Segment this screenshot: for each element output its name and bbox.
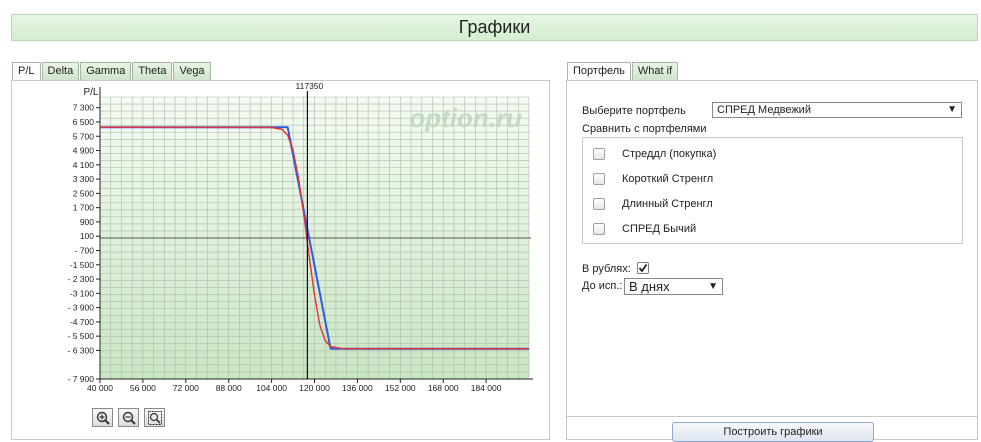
x-tick-label: 72 000 bbox=[173, 383, 199, 393]
zoom-in-icon bbox=[96, 411, 110, 425]
tab-gamma[interactable]: Gamma bbox=[80, 62, 132, 81]
expiry-select-value: В днях bbox=[629, 279, 670, 294]
compare-item-label: СПРЕД Бычий bbox=[622, 223, 697, 235]
expiry-label: До исп.: bbox=[582, 280, 623, 292]
y-tick-label: -3 100 bbox=[70, 288, 94, 298]
tab-delta[interactable]: Delta bbox=[41, 62, 80, 81]
y-tick-label: - 5 500 bbox=[68, 331, 95, 341]
compare-item[interactable]: СПРЕД Бычий bbox=[593, 222, 696, 236]
compare-list: Стреддл (покупка) Короткий Стренгл Длинн… bbox=[582, 137, 963, 244]
checkmark-icon bbox=[638, 263, 648, 273]
y-tick-label: - 2 300 bbox=[68, 274, 95, 284]
tab-theta[interactable]: Theta bbox=[132, 62, 173, 81]
zoom-controls bbox=[92, 408, 165, 427]
compare-item-label: Короткий Стренгл bbox=[622, 173, 714, 185]
y-tick-label: 7 300 bbox=[73, 103, 95, 113]
y-tick-label: 3 300 bbox=[73, 174, 95, 184]
y-tick-label: 6 500 bbox=[73, 117, 95, 127]
build-charts-button[interactable]: Построить графики bbox=[672, 422, 874, 442]
compare-checkbox[interactable] bbox=[593, 198, 605, 210]
dropdown-arrow-icon: ▼ bbox=[947, 104, 957, 115]
zoom-out-button[interactable] bbox=[118, 408, 139, 427]
y-tick-label: - 700 bbox=[75, 245, 95, 255]
zoom-out-icon bbox=[122, 411, 136, 425]
expiry-select[interactable]: В днях ▼ bbox=[624, 278, 723, 295]
select-portfolio-label: Выберите портфель bbox=[582, 105, 686, 117]
zoom-reset-icon bbox=[147, 410, 162, 425]
chart-panel: 7 300 6 500 5 700 4 900 4 100 3 300 2 500 1 700… bbox=[11, 80, 550, 440]
compare-label: Сравнить с портфелями bbox=[582, 123, 707, 135]
page-header: Графики bbox=[11, 14, 978, 41]
y-tick-label: 5 700 bbox=[73, 131, 95, 141]
y-axis-label: P/L bbox=[83, 87, 98, 98]
x-tick-label: 40 000 bbox=[87, 383, 113, 393]
price-marker-label: 117350 bbox=[296, 81, 324, 91]
rubles-checkbox[interactable] bbox=[637, 262, 649, 274]
y-tick-label: - 3 900 bbox=[68, 303, 95, 313]
x-tick-label: 88 000 bbox=[216, 383, 242, 393]
compare-checkbox[interactable] bbox=[593, 223, 605, 235]
compare-checkbox[interactable] bbox=[593, 148, 605, 160]
x-tick-label: 136 000 bbox=[342, 383, 373, 393]
zoom-in-button[interactable] bbox=[92, 408, 113, 427]
watermark: option.ru bbox=[409, 103, 522, 133]
tab-vega[interactable]: Vega bbox=[173, 62, 211, 81]
y-tick-label: 100 bbox=[80, 231, 94, 241]
compare-item-label: Стреддл (покупка) bbox=[622, 148, 717, 160]
compare-item[interactable]: Стреддл (покупка) bbox=[593, 147, 716, 161]
portfolio-panel: Выберите портфель СПРЕД Медвежий ▼ Сравн… bbox=[566, 80, 978, 442]
tab-what-if[interactable]: What if bbox=[631, 62, 679, 81]
x-tick-label: 104 000 bbox=[256, 383, 287, 393]
compare-item[interactable]: Короткий Стренгл bbox=[593, 172, 713, 186]
tab-pl[interactable]: P/L bbox=[12, 62, 41, 82]
page-title: Графики bbox=[458, 17, 531, 37]
y-tick-label: 900 bbox=[80, 217, 94, 227]
chart-tabs: P/L Delta Gamma Theta Vega bbox=[12, 62, 212, 82]
x-tick-label: 120 000 bbox=[299, 383, 330, 393]
zoom-reset-button[interactable] bbox=[144, 408, 165, 427]
compare-item-label: Длинный Стренгл bbox=[622, 198, 713, 210]
portfolio-select[interactable]: СПРЕД Медвежий ▼ bbox=[712, 102, 962, 118]
pl-chart: 7 300 6 500 5 700 4 900 4 100 3 300 2 500 1 700… bbox=[68, 81, 533, 393]
x-tick-label: 184 000 bbox=[471, 383, 502, 393]
rubles-label: В рублях: bbox=[582, 263, 631, 275]
y-tick-label: -1 500 bbox=[70, 260, 94, 270]
portfolio-select-value: СПРЕД Медвежий bbox=[717, 104, 811, 116]
y-tick-label: -4 700 bbox=[70, 317, 94, 327]
x-tick-label: 56 000 bbox=[130, 383, 156, 393]
compare-checkbox[interactable] bbox=[593, 173, 605, 185]
y-tick-label: 4 100 bbox=[73, 160, 95, 170]
portfolio-tabs: Портфель What if bbox=[567, 62, 679, 82]
tab-portfolio[interactable]: Портфель bbox=[567, 62, 631, 82]
x-tick-label: 152 000 bbox=[385, 383, 416, 393]
compare-item[interactable]: Длинный Стренгл bbox=[593, 197, 713, 211]
y-tick-label: 1 700 bbox=[73, 203, 95, 213]
x-tick-label: 168 000 bbox=[428, 383, 459, 393]
y-tick-label: 4 900 bbox=[73, 146, 95, 156]
y-tick-label: 2 500 bbox=[73, 188, 95, 198]
y-tick-label: - 6 300 bbox=[68, 345, 95, 355]
dropdown-arrow-icon: ▼ bbox=[708, 281, 718, 292]
panel-divider bbox=[567, 416, 977, 417]
